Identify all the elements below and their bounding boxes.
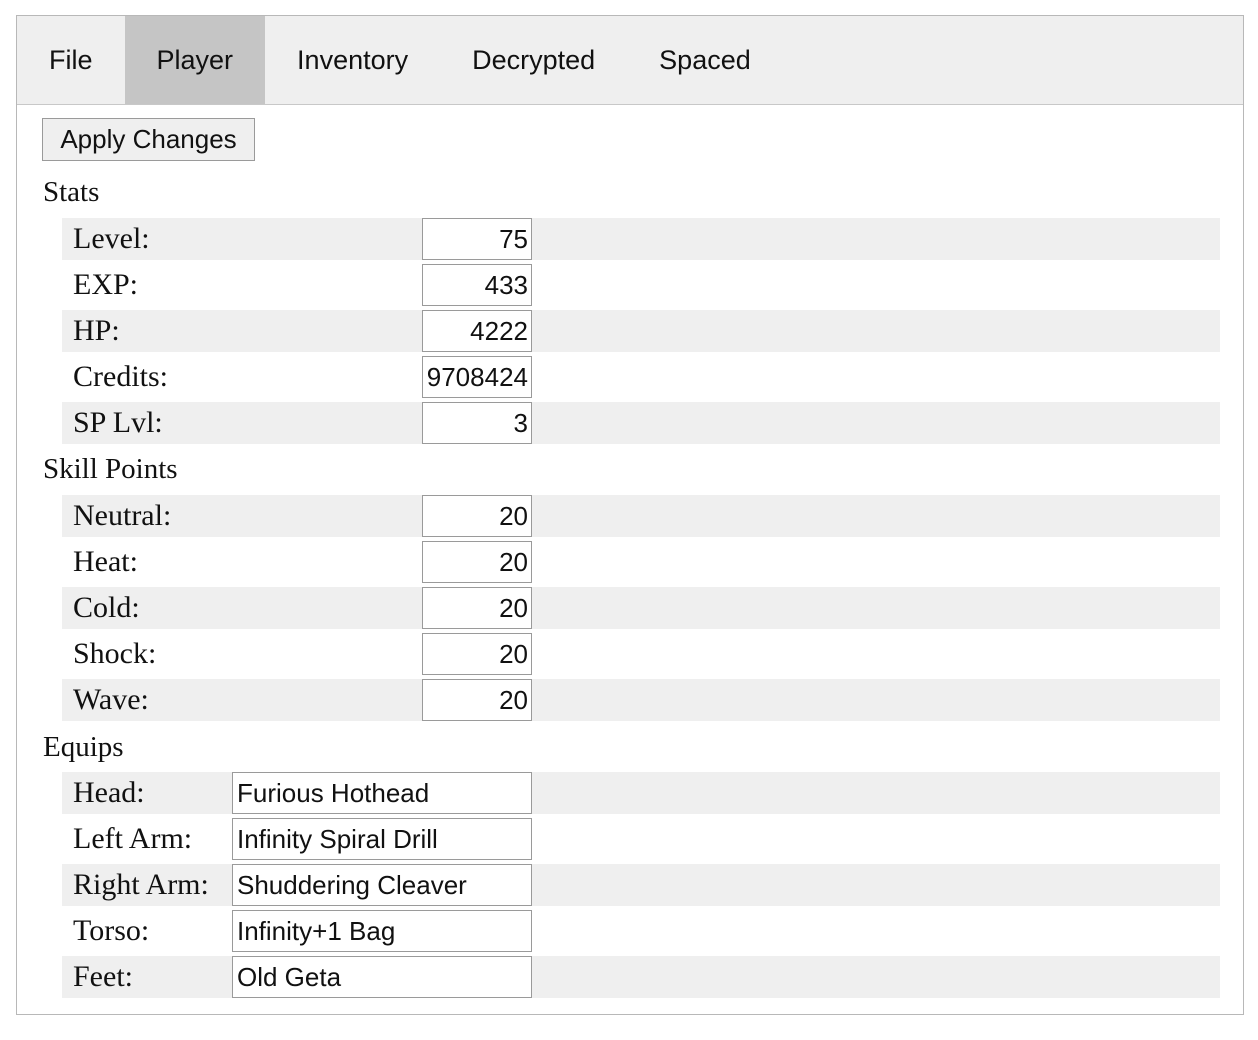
tab-bar: File Player Inventory Decrypted Spaced	[17, 16, 1243, 105]
stat-row-credits: Credits:	[62, 356, 1220, 398]
stat-row-exp: EXP:	[62, 264, 1220, 306]
editor-window: File Player Inventory Decrypted Spaced A…	[16, 15, 1244, 1015]
sp-lvl-label: SP Lvl:	[73, 406, 163, 439]
stat-row-sp-lvl: SP Lvl:	[62, 402, 1220, 444]
stat-row-hp: HP:	[62, 310, 1220, 352]
equip-row-feet: Feet:	[62, 956, 1220, 998]
hp-input[interactable]	[422, 310, 532, 352]
heat-label: Heat:	[73, 545, 138, 578]
credits-input[interactable]	[422, 356, 532, 398]
neutral-input[interactable]	[422, 495, 532, 537]
skill-row-heat: Heat:	[62, 541, 1220, 583]
apply-changes-button[interactable]: Apply Changes	[42, 118, 255, 161]
skill-row-shock: Shock:	[62, 633, 1220, 675]
tab-inventory[interactable]: Inventory	[265, 16, 440, 104]
hp-label: HP:	[73, 314, 120, 347]
credits-label: Credits:	[73, 360, 168, 393]
neutral-label: Neutral:	[73, 499, 172, 532]
head-input[interactable]	[232, 772, 532, 814]
stats-heading: Stats	[43, 176, 100, 208]
head-label: Head:	[73, 776, 145, 809]
cold-label: Cold:	[73, 591, 140, 624]
exp-label: EXP:	[73, 268, 139, 301]
left-arm-input[interactable]	[232, 818, 532, 860]
wave-label: Wave:	[73, 683, 149, 716]
equip-row-right-arm: Right Arm:	[62, 864, 1220, 906]
equips-heading: Equips	[43, 731, 124, 763]
tab-file[interactable]: File	[17, 16, 125, 104]
shock-label: Shock:	[73, 637, 157, 670]
tab-player[interactable]: Player	[124, 16, 266, 104]
level-input[interactable]	[422, 218, 532, 260]
skill-row-neutral: Neutral:	[62, 495, 1220, 537]
level-label: Level:	[73, 222, 150, 255]
skill-row-wave: Wave:	[62, 679, 1220, 721]
feet-label: Feet:	[73, 960, 133, 993]
equip-row-torso: Torso:	[62, 910, 1220, 952]
right-arm-input[interactable]	[232, 864, 532, 906]
equip-row-head: Head:	[62, 772, 1220, 814]
tab-decrypted[interactable]: Decrypted	[440, 16, 627, 104]
shock-input[interactable]	[422, 633, 532, 675]
left-arm-label: Left Arm:	[73, 822, 193, 855]
feet-input[interactable]	[232, 956, 532, 998]
skill-row-cold: Cold:	[62, 587, 1220, 629]
torso-input[interactable]	[232, 910, 532, 952]
right-arm-label: Right Arm:	[73, 868, 209, 901]
tab-spaced[interactable]: Spaced	[627, 16, 783, 104]
stat-row-level: Level:	[62, 218, 1220, 260]
wave-input[interactable]	[422, 679, 532, 721]
skill-points-heading: Skill Points	[43, 453, 178, 485]
sp-lvl-input[interactable]	[422, 402, 532, 444]
heat-input[interactable]	[422, 541, 532, 583]
torso-label: Torso:	[73, 914, 150, 947]
cold-input[interactable]	[422, 587, 532, 629]
exp-input[interactable]	[422, 264, 532, 306]
equip-row-left-arm: Left Arm:	[62, 818, 1220, 860]
